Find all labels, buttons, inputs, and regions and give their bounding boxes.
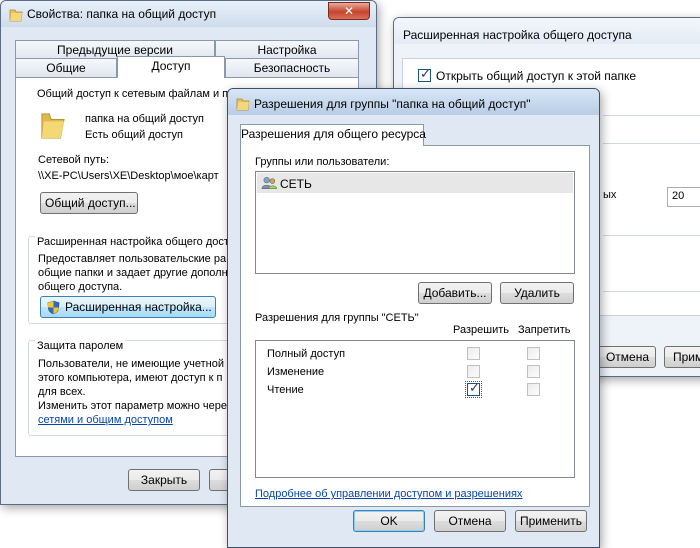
password-desc-line: для всех. bbox=[38, 386, 86, 398]
password-protection-group-title: Защита паролем bbox=[35, 340, 126, 352]
network-path-value: \\XE-PC\Users\XE\Desktop\мое\карт bbox=[38, 170, 219, 182]
table-row: Чтение bbox=[256, 381, 574, 401]
properties-close-button[interactable]: Закрыть bbox=[128, 469, 200, 491]
groups-users-label: Группы или пользователи: bbox=[255, 156, 390, 168]
password-desc-line: Пользователи, не имеющие учетной bbox=[38, 358, 224, 370]
user-name: СЕТЬ bbox=[280, 177, 312, 191]
folder-properties-title: Свойства: папка на общий доступ bbox=[27, 7, 217, 21]
divider bbox=[603, 115, 700, 116]
permissions-list: Полный доступ Изменение Чтение bbox=[255, 340, 575, 478]
advanced-sharing-desc-line: общего доступа. bbox=[38, 281, 123, 293]
share-permissions-panel: Группы или пользователи: СЕТЬ Добавить..… bbox=[240, 145, 590, 507]
groups-users-list[interactable]: СЕТЬ bbox=[255, 171, 575, 274]
folder-icon bbox=[9, 9, 23, 22]
limit-users-label-partial: ых bbox=[603, 189, 617, 201]
network-sharing-group-title: Общий доступ к сетевым файлам и п bbox=[35, 88, 231, 100]
uac-shield-icon bbox=[47, 300, 60, 315]
share-folder-label: Открыть общий доступ к этой папке bbox=[436, 69, 637, 83]
permission-name: Чтение bbox=[267, 384, 304, 396]
network-sharing-center-link[interactable]: сетями и общим доступом bbox=[38, 414, 173, 426]
deny-read-checkbox[interactable] bbox=[527, 383, 540, 396]
deny-change-checkbox[interactable] bbox=[527, 365, 540, 378]
tab-sharing[interactable]: Доступ bbox=[117, 56, 225, 78]
permissions-titlebar: Разрешения для группы "папка на общий до… bbox=[228, 89, 599, 115]
limit-users-input[interactable]: 20 bbox=[667, 187, 700, 207]
advanced-sharing-titlebar: Расширенная настройка общего доступа bbox=[394, 18, 700, 44]
permissions-window: Разрешения для группы "папка на общий до… bbox=[227, 88, 600, 548]
allow-read-checkbox[interactable] bbox=[465, 381, 482, 398]
advanced-sharing-button[interactable]: Расширенная настройка... bbox=[40, 296, 216, 318]
cancel-button[interactable]: Отмена bbox=[434, 510, 506, 532]
folder-properties-titlebar: Свойства: папка на общий доступ ✕ bbox=[1, 1, 376, 27]
password-desc-line: этого компьютера, имеют доступ к п bbox=[38, 372, 223, 384]
share-button[interactable]: Общий доступ... bbox=[40, 192, 138, 214]
divider bbox=[603, 143, 700, 144]
advanced-sharing-group-title: Расширенная настройка общего досту bbox=[35, 236, 237, 248]
table-row: Изменение bbox=[256, 365, 574, 383]
apply-button[interactable]: Применить bbox=[515, 510, 587, 532]
password-desc-line: Изменить этот параметр можно чере bbox=[38, 400, 228, 412]
allow-column-header: Разрешить bbox=[453, 324, 509, 336]
permission-name: Изменение bbox=[267, 366, 325, 378]
tab-share-permissions[interactable]: Разрешения для общего ресурса bbox=[240, 124, 426, 146]
permissions-title: Разрешения для группы "папка на общий до… bbox=[254, 97, 531, 111]
deny-column-header: Запретить bbox=[518, 324, 571, 336]
folder-icon bbox=[236, 98, 250, 111]
permission-name: Полный доступ bbox=[267, 348, 346, 360]
folder-name: папка на общий доступ bbox=[85, 113, 204, 125]
advanced-sharing-desc-line: общие папки и задает другие дополн bbox=[38, 267, 228, 279]
table-row: Полный доступ bbox=[256, 347, 574, 365]
tab-customize[interactable]: Настройка bbox=[215, 40, 359, 60]
advanced-apply-button[interactable]: Приме bbox=[664, 346, 700, 368]
advanced-sharing-title: Расширенная настройка общего доступа bbox=[403, 28, 632, 42]
share-folder-checkbox[interactable] bbox=[418, 67, 431, 82]
users-icon bbox=[261, 177, 277, 189]
divider bbox=[603, 235, 700, 236]
allow-change-checkbox[interactable] bbox=[467, 365, 480, 378]
tab-general[interactable]: Общие bbox=[15, 58, 117, 78]
access-control-help-link[interactable]: Подробнее об управлении доступом и разре… bbox=[255, 488, 522, 500]
divider bbox=[603, 291, 700, 292]
deny-full-control-checkbox[interactable] bbox=[527, 347, 540, 360]
folder-share-status: Есть общий доступ bbox=[85, 129, 184, 141]
remove-user-button[interactable]: Удалить bbox=[500, 282, 574, 304]
add-user-button[interactable]: Добавить... bbox=[418, 282, 492, 304]
close-icon[interactable]: ✕ bbox=[328, 2, 370, 20]
tab-security[interactable]: Безопасность bbox=[225, 58, 359, 78]
network-path-label: Сетевой путь: bbox=[38, 154, 110, 166]
shared-folder-icon bbox=[41, 113, 65, 139]
advanced-sharing-button-label: Расширенная настройка... bbox=[65, 300, 212, 314]
allow-full-control-checkbox[interactable] bbox=[467, 347, 480, 360]
ok-button[interactable]: OK bbox=[353, 510, 425, 532]
list-item[interactable]: СЕТЬ bbox=[257, 173, 573, 193]
permissions-for-label: Разрешения для группы "СЕТЬ" bbox=[255, 312, 419, 324]
advanced-sharing-desc-line: Предоставляет пользовательские ра bbox=[38, 253, 227, 265]
